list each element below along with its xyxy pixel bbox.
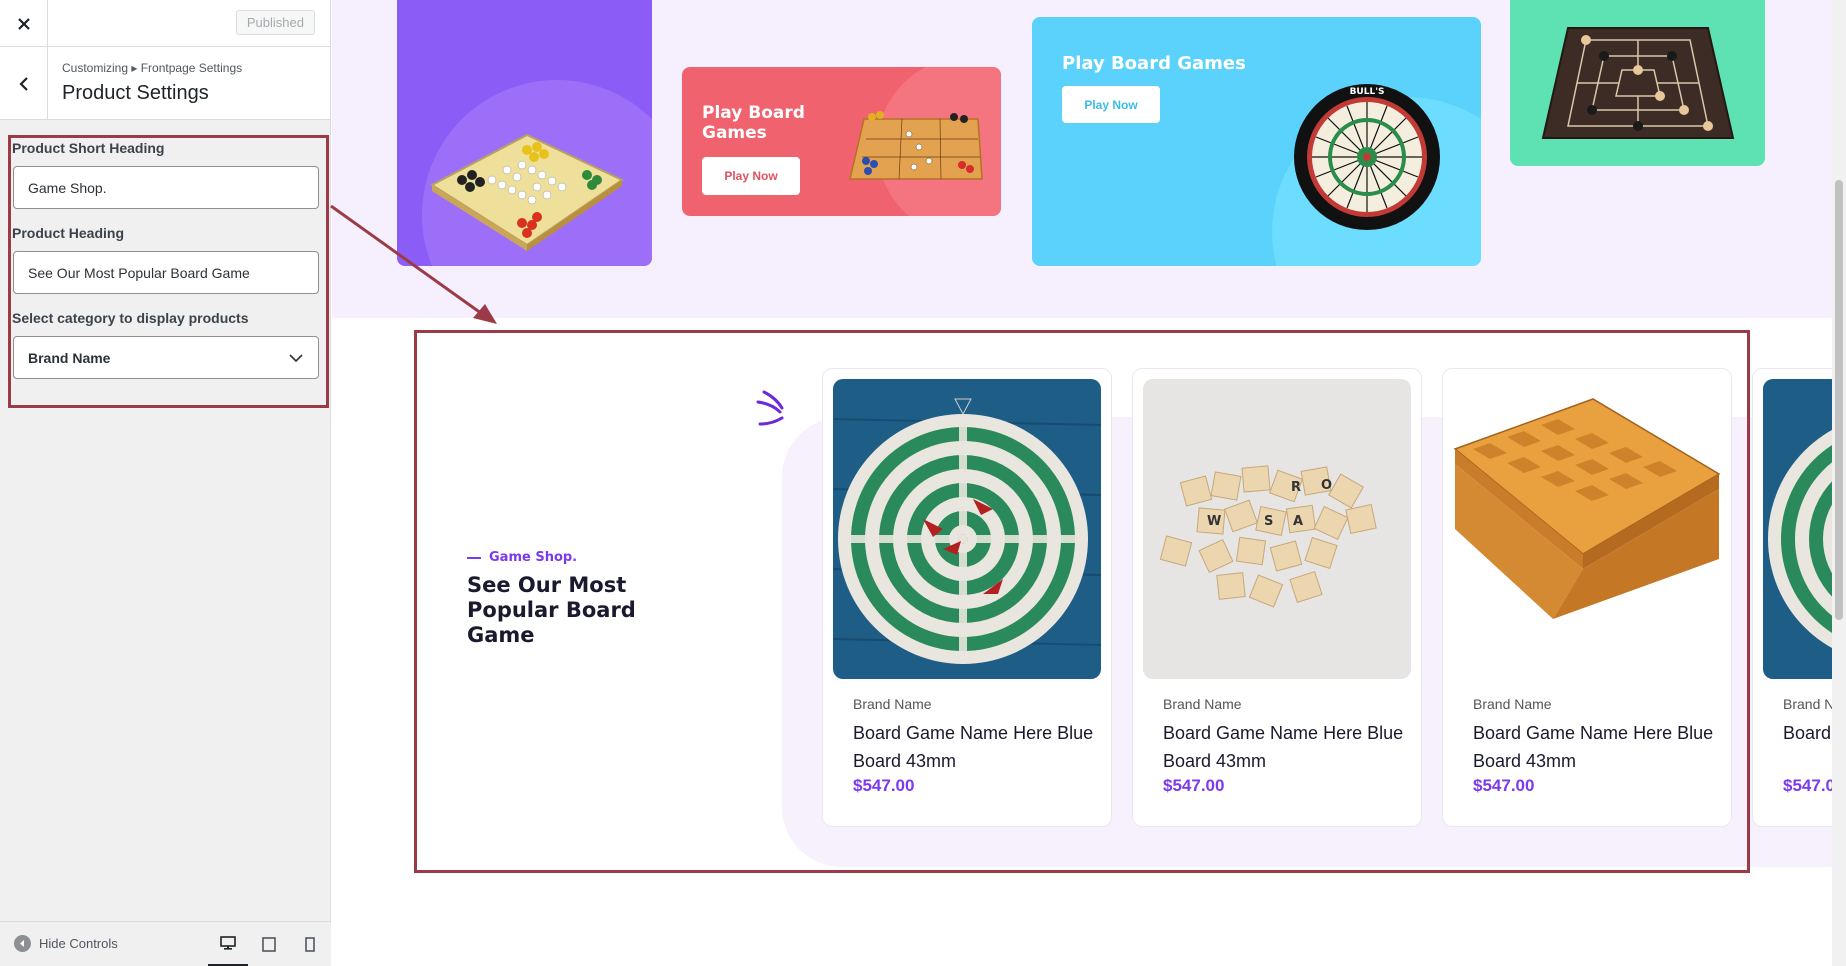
preview-scrollbar[interactable]: [1832, 0, 1846, 966]
close-icon: [17, 17, 30, 30]
breadcrumb: Customizing ▸ Frontpage Settings: [62, 61, 243, 75]
sidebar-header: Published: [0, 0, 330, 47]
banner-red[interactable]: Play Board Games Play Now: [682, 67, 1001, 216]
product-price: $547.0: [1783, 776, 1835, 795]
banner-blue[interactable]: Play Board Games Play Now BULL'S: [1032, 17, 1481, 266]
svg-text:BULL'S: BULL'S: [1350, 87, 1385, 97]
tablet-icon: [262, 937, 276, 952]
banner-red-title: Play Board Games: [702, 103, 805, 144]
close-button[interactable]: [0, 0, 48, 47]
desktop-preview-button[interactable]: [208, 922, 248, 966]
annotation-arrow: [330, 204, 497, 324]
section-header: Customizing ▸ Frontpage Settings Product…: [0, 47, 330, 120]
products-highlight-box: [414, 330, 1750, 873]
mobile-preview-button[interactable]: [290, 922, 330, 966]
hide-controls-button[interactable]: Hide Controls: [14, 935, 118, 952]
banner-blue-play-button[interactable]: Play Now: [1062, 86, 1160, 123]
back-button[interactable]: [0, 47, 48, 120]
sidebar-footer: Hide Controls: [0, 921, 331, 966]
dartboard-image: BULL'S: [1294, 84, 1440, 230]
banner-green[interactable]: [1510, 0, 1765, 166]
mobile-icon: [305, 937, 315, 952]
banner-red-play-button[interactable]: Play Now: [702, 157, 800, 195]
tablet-preview-button[interactable]: [249, 922, 289, 966]
hide-controls-label: Hide Controls: [39, 936, 118, 951]
panel-title: Product Settings: [62, 82, 209, 104]
site-preview: Play Board Games Play Now Play Board Gam…: [332, 0, 1846, 966]
chevron-left-icon: [18, 76, 28, 91]
product-brand: Brand N: [1783, 696, 1835, 712]
banner-blue-title: Play Board Games: [1062, 53, 1246, 74]
collapse-icon: [14, 935, 31, 952]
settings-highlight-box: [8, 135, 329, 408]
customizer-sidebar: Published Customizing ▸ Frontpage Settin…: [0, 0, 331, 966]
desktop-icon: [220, 936, 236, 950]
scrollbar-thumb[interactable]: [1835, 180, 1843, 620]
board-game-image: [849, 111, 983, 180]
published-button[interactable]: Published: [235, 10, 315, 35]
nine-mens-morris-image: [1541, 27, 1735, 139]
